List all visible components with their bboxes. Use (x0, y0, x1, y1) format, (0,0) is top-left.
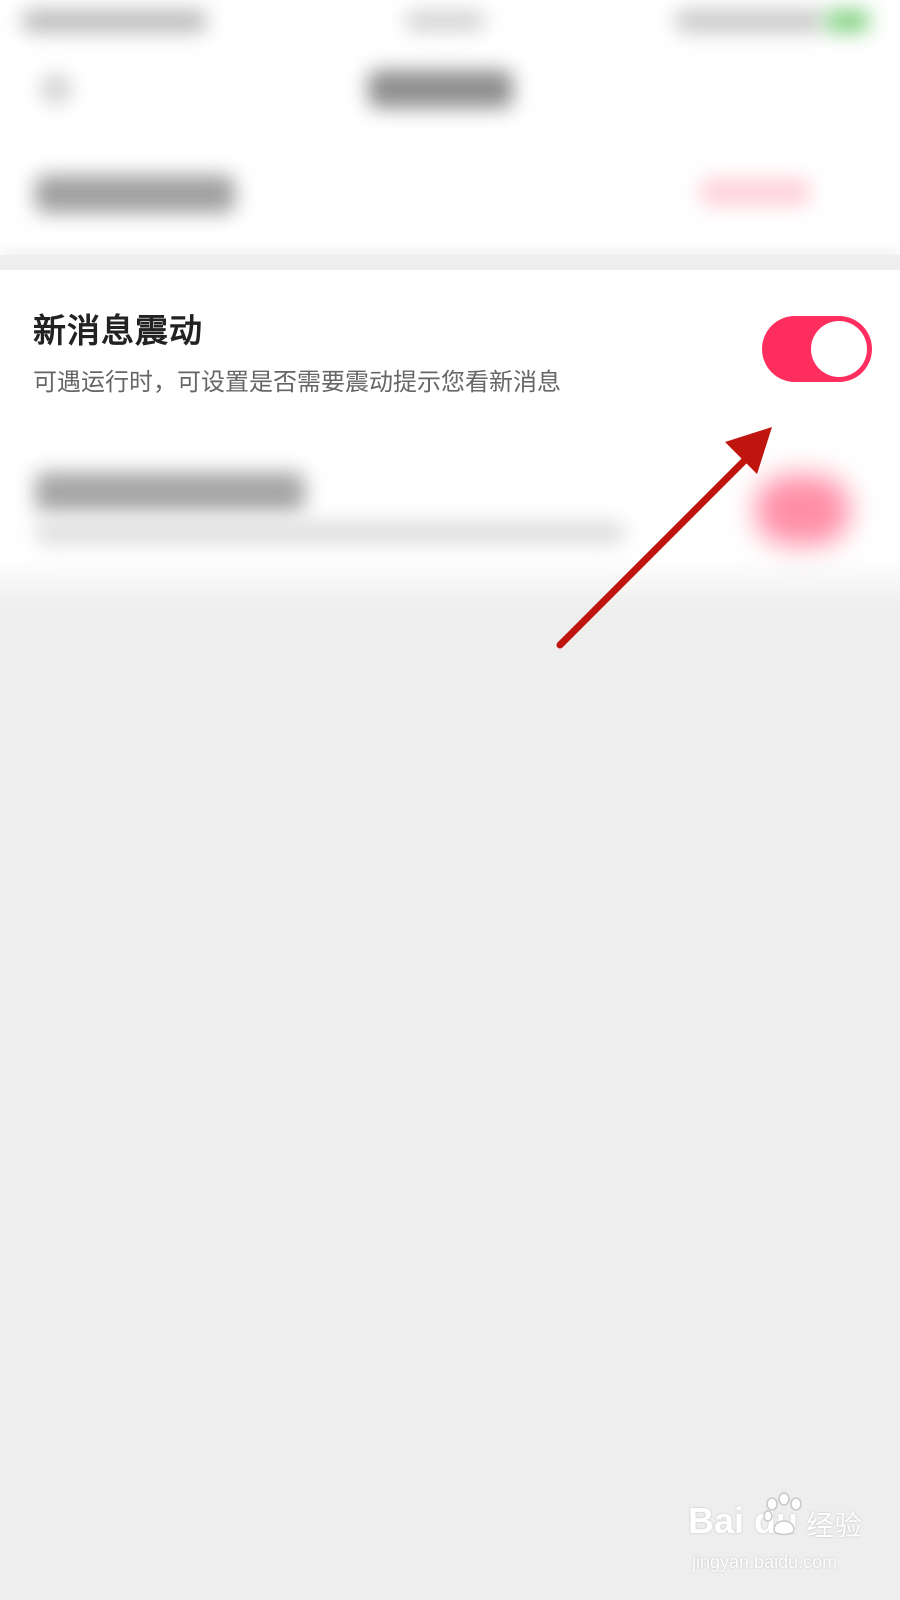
setting-description: 可遇运行时，可设置是否需要震动提示您看新消息 (33, 368, 561, 396)
blurred-setting-row (0, 430, 900, 610)
setting-row-label-blurred (35, 472, 305, 512)
status-bar-left-blurred (22, 10, 207, 32)
setting-title: 新消息震动 (33, 311, 203, 350)
watermark-chinese: 经验 (806, 1509, 863, 1542)
setting-row-toggle-blurred (755, 475, 850, 545)
back-icon (42, 75, 70, 103)
battery-icon (825, 10, 870, 32)
toggle-knob (811, 321, 867, 377)
vibration-toggle[interactable] (762, 316, 872, 382)
status-bar-center-blurred (405, 12, 485, 30)
setting-row-toggle-blurred (700, 178, 810, 206)
vibration-setting-row: 新消息震动 可遇运行时，可设置是否需要震动提示您看新消息 (0, 270, 900, 430)
watermark-domain: jingyan.baidu.com (692, 1552, 838, 1572)
paw-icon (763, 1492, 802, 1536)
status-bar-right-blurred (675, 10, 825, 32)
page-title-blurred (368, 70, 513, 108)
setting-row-label-blurred (35, 175, 235, 213)
blurred-header-region (0, 0, 900, 255)
setting-row-description-blurred (35, 522, 625, 544)
section-divider (0, 250, 900, 255)
